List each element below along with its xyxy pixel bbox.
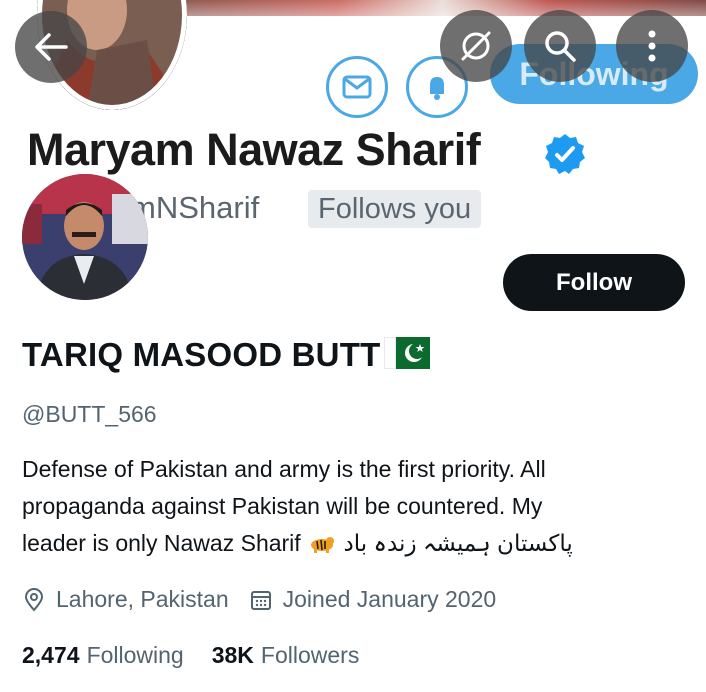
verified-badge-icon [545,134,585,174]
more-vertical-icon [648,30,656,62]
follows-you-badge: Follows you [308,190,482,228]
profile-bio: Defense of Pakistan and army is the firs… [22,451,692,562]
followers-stat[interactable]: 38K Followers [212,642,360,669]
display-name-text: TARIQ MASOOD BUTT [22,336,381,373]
magic-wand-icon [461,31,491,61]
joined-text: Joined January 2020 [282,586,497,612]
following-stat[interactable]: 2,474 Following [22,642,184,669]
bell-plus-icon [430,77,444,100]
tiger-emoji-icon [311,537,335,553]
search-button[interactable] [524,10,596,82]
arrow-left-icon [35,33,68,61]
bio-urdu-text: پاکستان ہمیشہ زندہ باد [343,530,573,556]
profile-avatar[interactable] [22,174,148,300]
profile-meta: Lahore, Pakistan Joined January 2020 [22,586,496,613]
bio-line-3: leader is only Nawaz Sharif پاکستان ہمیش… [22,525,692,562]
pakistan-flag-icon [384,337,431,369]
bio-line-1: Defense of Pakistan and army is the firs… [22,456,546,482]
background-message-button [326,56,388,118]
following-label: Following [86,642,184,668]
location-pin-icon [24,587,44,612]
following-count: 2,474 [22,642,80,668]
background-handle: mNSharif [130,190,260,225]
search-icon [545,31,576,62]
followers-label: Followers [260,642,360,668]
bio-line-3-text: leader is only Nawaz Sharif [22,530,301,556]
magic-wand-button[interactable] [440,10,512,82]
location-text: Lahore, Pakistan [56,586,229,612]
location-item: Lahore, Pakistan [22,586,229,613]
bio-line-2: propaganda against Pakistan will be coun… [22,493,543,519]
profile-stats: 2,474 Following 38K Followers [22,642,359,669]
more-options-button[interactable] [616,10,688,82]
follow-button[interactable]: Follow [503,254,685,311]
profile-handle: @BUTT_566 [22,401,157,427]
envelope-icon [342,75,372,99]
profile-display-name: TARIQ MASOOD BUTT [22,336,431,374]
background-profile-name: Maryam Nawaz Sharif [27,124,481,175]
calendar-icon [250,590,271,610]
followers-count: 38K [211,642,254,668]
back-button[interactable] [15,11,87,83]
joined-item: Joined January 2020 [249,586,497,613]
